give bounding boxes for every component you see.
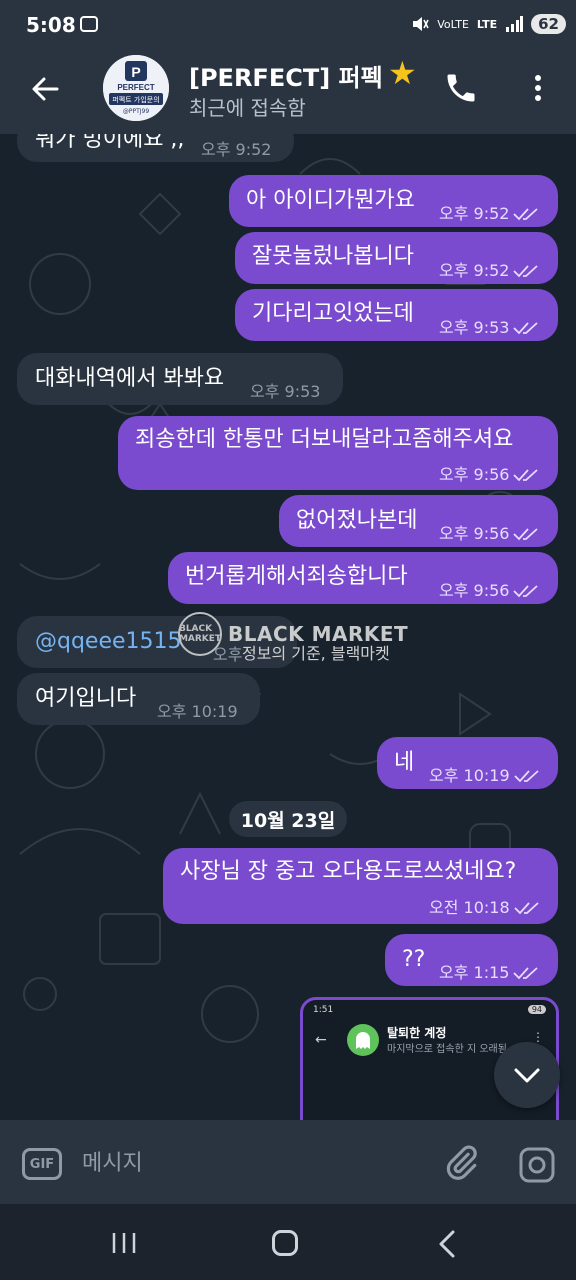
status-time: 5:08 xyxy=(26,13,76,37)
message-time: 오후 9:52 xyxy=(439,200,539,228)
avatar-logo-icon: P PERFECT 퍼펙트 가입문의 @PPTJ99 xyxy=(103,55,169,121)
message-time: 오후 9:52 xyxy=(201,140,272,159)
svg-text:P: P xyxy=(131,64,140,80)
message-bubble-incoming[interactable]: 뭐가 멍이에요 ,, 오후 9:52 xyxy=(17,134,294,162)
status-bar: 5:08 VoLTE LTE 62 xyxy=(0,0,576,52)
chat-subtitle: 최근에 접속함 xyxy=(189,96,306,120)
read-checks-icon xyxy=(513,528,539,541)
message-text: 기다리고잇었는데 xyxy=(252,301,414,326)
system-nav-bar xyxy=(0,1204,576,1280)
message-text: 번거롭게해서죄송합니다 xyxy=(185,564,408,589)
preview-subtitle: 마지막으로 접속한 지 오래됨 xyxy=(387,1044,507,1055)
chat-area[interactable]: 뭐가 멍이에요 ,, 오후 9:52 아 아이디가뭔가요 오후 9:52 잘못눌… xyxy=(0,134,576,1120)
phone-call-icon[interactable] xyxy=(443,70,479,106)
watermark-subtitle: 정보의 기준, 블랙마켓 xyxy=(242,644,390,663)
message-text: 뭐가 멍이에요 ,, xyxy=(35,134,185,152)
message-bubble-outgoing[interactable]: 사장님 장 중고 오다용도로쓰셨네요? 오전 10:18 xyxy=(163,848,558,924)
more-options-icon[interactable] xyxy=(524,70,552,106)
message-time: 오후 10:19 xyxy=(429,762,540,790)
read-checks-icon xyxy=(513,469,539,482)
star-icon: ★ xyxy=(388,54,417,92)
chevron-down-icon xyxy=(514,1068,540,1083)
back-arrow-icon[interactable] xyxy=(30,74,60,104)
watermark-logo-icon: BLACK MARKET xyxy=(178,612,222,656)
message-bubble-outgoing[interactable]: 번거롭게해서죄송합니다 오후 9:56 xyxy=(168,552,558,604)
message-text: 아 아이디가뭔가요 xyxy=(246,188,415,213)
mute-icon xyxy=(413,17,429,31)
preview-time: 1:51 xyxy=(313,1005,334,1015)
read-checks-icon xyxy=(513,322,539,335)
paperclip-icon[interactable] xyxy=(442,1144,480,1182)
avatar[interactable]: P PERFECT 퍼펙트 가입문의 @PPTJ99 xyxy=(103,55,169,121)
message-time: 오후 9:56 xyxy=(439,520,539,548)
preview-title: 탈퇴한 계정 xyxy=(387,1026,447,1040)
message-bubble-outgoing[interactable]: 잘못눌렀나봅니다 오후 9:52 xyxy=(235,232,558,284)
message-bubble-outgoing[interactable]: 아 아이디가뭔가요 오후 9:52 xyxy=(229,175,558,227)
message-time: 오후 9:56 xyxy=(439,461,539,489)
status-icons: VoLTE LTE 62 xyxy=(411,14,566,34)
notification-icon xyxy=(80,16,98,32)
message-time: 오전 10:18 xyxy=(429,894,540,922)
avatar-handle-text: @PPTJ99 xyxy=(123,108,149,115)
message-bubble-incoming[interactable]: 대화내역에서 봐봐요 오후 9:53 xyxy=(17,353,343,405)
read-checks-icon xyxy=(513,967,539,980)
read-checks-icon xyxy=(514,770,539,783)
preview-battery: 94 xyxy=(527,1005,546,1014)
gif-button[interactable]: GIF xyxy=(22,1148,62,1180)
read-checks-icon xyxy=(513,585,539,598)
preview-back-icon: ← xyxy=(315,1032,327,1048)
read-checks-icon xyxy=(513,208,539,221)
message-text: 사장님 장 중고 오다용도로쓰셨네요? xyxy=(180,859,517,884)
read-checks-icon xyxy=(514,902,539,915)
message-bubble-outgoing[interactable]: 없어졌나본데 오후 9:56 xyxy=(279,495,558,547)
message-text: 여기입니다 xyxy=(35,686,137,711)
scroll-down-button[interactable] xyxy=(494,1042,560,1108)
chat-header: P PERFECT 퍼펙트 가입문의 @PPTJ99 [PERFECT] 퍼펙 … xyxy=(0,52,576,134)
message-input-bar: GIF xyxy=(0,1120,576,1204)
chat-title[interactable]: [PERFECT] 퍼펙 xyxy=(189,58,383,93)
message-text: 네 xyxy=(394,750,415,775)
message-bubble-outgoing[interactable]: 기다리고잇었는데 오후 9:53 xyxy=(235,289,558,341)
home-icon[interactable] xyxy=(272,1230,298,1256)
message-bubble-outgoing[interactable]: 죄송한데 한통만 더보내달라고좀해주셔요 오후 9:56 xyxy=(118,416,558,490)
avatar-brand-text: PERFECT xyxy=(117,83,154,92)
volte-label: VoLTE xyxy=(437,17,469,31)
message-text: 없어졌나본데 xyxy=(296,508,418,533)
message-time: 오후 10:19 xyxy=(157,702,238,721)
message-time: 오후 1:15 xyxy=(439,959,539,987)
ghost-icon xyxy=(347,1024,379,1056)
battery-badge: 62 xyxy=(531,14,566,34)
recent-apps-icon[interactable] xyxy=(110,1232,138,1254)
message-time: 오후 9:52 xyxy=(439,257,539,285)
mention-link[interactable]: @qqeee1515 xyxy=(35,628,182,656)
camera-icon[interactable] xyxy=(518,1146,556,1184)
read-checks-icon xyxy=(513,265,539,278)
message-time: 오후 9:56 xyxy=(439,577,539,605)
message-text: 죄송한데 한통만 더보내달라고좀해주셔요 xyxy=(135,427,514,452)
message-text: 대화내역에서 봐봐요 xyxy=(35,366,225,391)
message-text: 잘못눌렀나봅니다 xyxy=(252,244,414,269)
avatar-sub-text: 퍼펙트 가입문의 xyxy=(112,95,159,104)
nav-back-icon[interactable] xyxy=(436,1230,458,1258)
message-bubble-outgoing[interactable]: 네 오후 10:19 xyxy=(377,737,558,789)
message-input[interactable] xyxy=(80,1142,414,1184)
signal-icon xyxy=(506,16,524,32)
message-bubble-incoming[interactable]: 여기입니다 오후 10:19 xyxy=(17,673,260,725)
message-bubble-outgoing[interactable]: ?? 오후 1:15 xyxy=(385,934,558,986)
message-time: 오후 9:53 xyxy=(439,314,539,342)
message-text: ?? xyxy=(402,947,426,972)
date-separator: 10월 23일 xyxy=(229,801,347,837)
network-label: LTE xyxy=(476,17,498,31)
message-time: 오후 9:53 xyxy=(250,382,321,401)
